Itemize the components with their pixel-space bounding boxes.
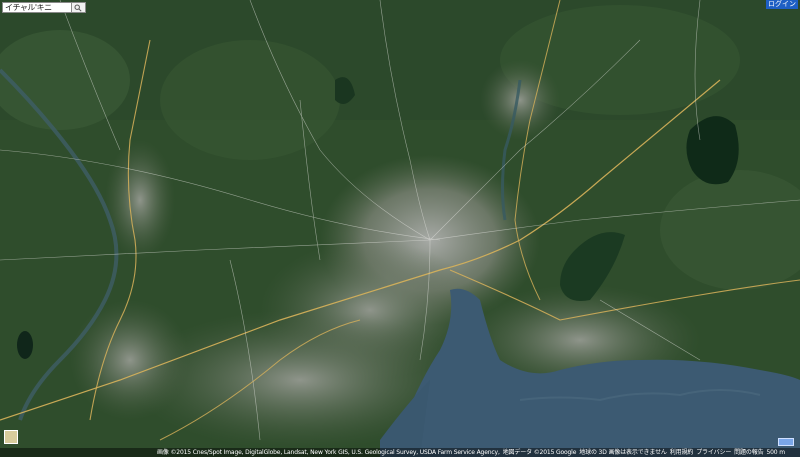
satellite-map[interactable] [0, 0, 800, 457]
scale-label: 500 m [766, 449, 785, 456]
privacy-link[interactable]: プライバシー [696, 449, 731, 456]
search-input-text: イチャル'キニ [5, 3, 52, 12]
imagery-credit: 画像 ©2015 Cnes/Spot Image, DigitalGlobe, … [157, 449, 500, 456]
map-type-thumbnail[interactable] [4, 430, 18, 444]
login-button[interactable]: ログイン [766, 0, 798, 9]
map-data-credit: 地図データ ©2015 Google [502, 449, 577, 456]
search-button[interactable] [72, 2, 86, 13]
keyboard-icon[interactable] [778, 438, 794, 446]
report-problem-link[interactable]: 問題の報告 [734, 449, 763, 456]
search-icon [74, 4, 82, 12]
search-input[interactable]: イチャル'キニ [2, 2, 72, 13]
attribution-text: 画像 ©2015 Cnes/Spot Image, DigitalGlobe, … [157, 448, 788, 457]
terms-link[interactable]: 利用規約 [670, 449, 694, 456]
3d-notice: 地球の 3D 画像は表示できません [579, 449, 667, 456]
